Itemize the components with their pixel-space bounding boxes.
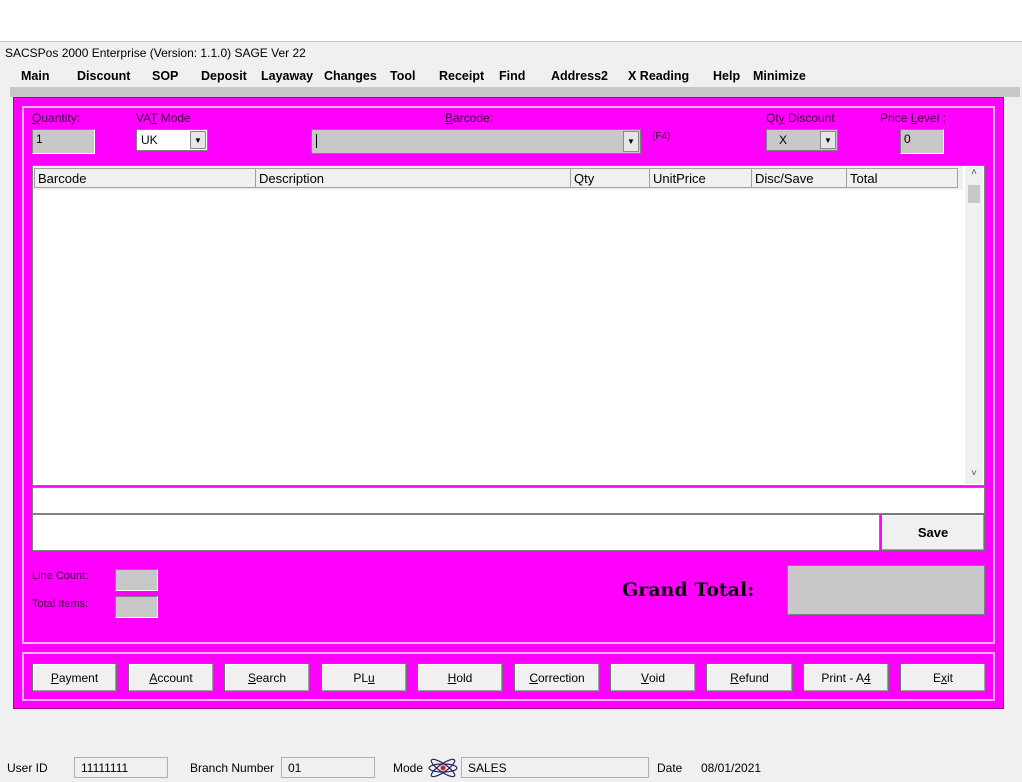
chevron-down-icon[interactable]: ▼ [190,131,206,149]
items-grid[interactable]: Barcode Description Qty UnitPrice Disc/S… [32,165,985,486]
menu-x-reading[interactable]: X Reading [628,69,689,83]
account-button[interactable]: Account [128,663,214,692]
search-button[interactable]: Search [224,663,310,692]
scroll-down-icon[interactable]: ˅ [965,468,983,484]
total-items-field [115,596,158,618]
qty-discount-select[interactable]: X ▼ [766,129,838,151]
branch-number-value: 01 [281,757,375,778]
exit-button[interactable]: Ex it [900,663,986,692]
menu-discount[interactable]: Discount [77,69,130,83]
mode-value: SALES [461,757,649,778]
menu-sop[interactable]: SOP [152,69,178,83]
price-level-label: Price Level : [880,111,947,125]
chevron-down-icon[interactable]: ▼ [820,131,836,149]
barcode-combo[interactable]: ▼ [311,129,641,154]
grand-total-field [787,565,985,615]
barcode-shortcut-hint: (F4) [652,131,671,142]
refund-button[interactable]: Refund [706,663,793,692]
menu-deposit[interactable]: Deposit [201,69,247,83]
menu-main[interactable]: Main [21,69,49,83]
column-header-description[interactable]: Description [255,168,571,188]
menu-layaway[interactable]: Layaway [261,69,313,83]
date-value: 08/01/2021 [701,761,762,775]
scroll-thumb[interactable] [968,185,980,203]
print-a4-button[interactable]: Print - A4 [803,663,889,692]
menu-find[interactable]: Find [499,69,525,83]
user-id-label: User ID [7,761,48,775]
line-count-label: Line Count: [32,570,89,582]
mode-label: Mode [393,761,424,775]
status-bar: User ID 11111111 Branch Number 01 Mode S… [0,757,1022,782]
save-button[interactable]: Save [881,514,985,551]
barcode-label: Barcode: [445,111,494,125]
void-button[interactable]: Void [610,663,696,692]
comment-field[interactable] [32,487,985,514]
grid-scrollbar[interactable]: ˄ ˅ [965,167,983,484]
qty-discount-value: X [779,133,788,147]
menu-address2[interactable]: Address2 [551,69,608,83]
price-level-field[interactable]: 0 [900,129,944,154]
scroll-up-icon[interactable]: ˄ [965,167,983,183]
column-header-disc-save[interactable]: Disc/Save [751,168,847,188]
total-items-label: Total Items: [32,598,89,610]
menu-tool[interactable]: Tool [390,69,415,83]
window-title: SACSPos 2000 Enterprise (Version: 1.1.0)… [5,46,306,60]
grand-total-label: Grand Total: [622,579,755,601]
column-header-barcode[interactable]: Barcode [34,168,256,188]
notes-field[interactable] [32,514,880,551]
correction-button[interactable]: Correction [514,663,600,692]
grid-header: Barcode Description Qty UnitPrice Disc/S… [33,166,963,190]
payment-button[interactable]: Payment [32,663,117,692]
date-label: Date [657,761,683,775]
user-id-value: 11111111 [74,757,168,778]
hold-button[interactable]: Hold [417,663,503,692]
vat-mode-label: VAT Mode [136,111,191,125]
menu-minimize[interactable]: Minimize [753,69,806,83]
toolbar-strip [10,87,1020,97]
vat-mode-select[interactable]: UK ▼ [136,129,208,151]
text-caret [316,133,317,148]
column-header-unitprice[interactable]: UnitPrice [649,168,752,188]
line-count-field [115,569,158,591]
menu-changes[interactable]: Changes [324,69,377,83]
vat-mode-value: UK [141,133,158,147]
atom-icon [428,758,458,778]
plu-button[interactable]: PL u [321,663,407,692]
chevron-down-icon[interactable]: ▼ [623,131,639,152]
quantity-label: Quantity: [32,111,81,125]
branch-number-label: Branch Number [190,761,275,775]
column-header-total[interactable]: Total [846,168,958,188]
quantity-field[interactable]: 1 [32,129,95,154]
qty-discount-label: Qty Discount [766,111,835,125]
menu-bar: Main Discount SOP Deposit Layaway Change… [0,66,1022,86]
menu-help[interactable]: Help [713,69,740,83]
menu-receipt[interactable]: Receipt [439,69,484,83]
column-header-qty[interactable]: Qty [570,168,650,188]
